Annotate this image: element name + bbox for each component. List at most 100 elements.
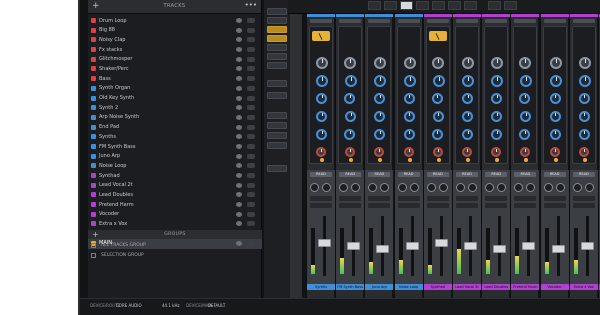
plugin-knob[interactable]: [431, 57, 444, 69]
power-light[interactable]: [466, 158, 470, 162]
visibility-icon[interactable]: [236, 95, 242, 101]
volume-fader[interactable]: [318, 239, 331, 247]
pan-knob[interactable]: [555, 183, 565, 192]
power-light[interactable]: [553, 158, 558, 162]
channel-button[interactable]: [572, 203, 595, 208]
transport-cell[interactable]: [488, 1, 501, 10]
pan-knob[interactable]: [310, 183, 319, 192]
transport-cell[interactable]: [416, 1, 429, 10]
track-row[interactable]: End Pad: [88, 123, 262, 133]
plugin-knob[interactable]: [520, 147, 531, 157]
visibility-icon[interactable]: [236, 85, 242, 91]
view-button[interactable]: [267, 92, 287, 99]
track-toggle[interactable]: [247, 211, 255, 217]
insert-slot-button[interactable]: [368, 19, 391, 23]
track-toggle[interactable]: [247, 76, 255, 82]
plugin-knob[interactable]: [431, 129, 443, 140]
power-light[interactable]: [349, 158, 354, 162]
channel-button[interactable]: [310, 203, 332, 208]
plugin-knob[interactable]: [316, 147, 326, 157]
transport-cell[interactable]: [432, 1, 445, 10]
insert-slot-button[interactable]: [514, 19, 537, 23]
plugin-knob[interactable]: [403, 57, 416, 69]
track-toggle[interactable]: [247, 37, 255, 43]
visibility-icon[interactable]: [236, 76, 242, 82]
volume-fader[interactable]: [551, 245, 565, 253]
plugin-knob[interactable]: [345, 75, 358, 87]
visibility-icon[interactable]: [236, 124, 242, 130]
power-light[interactable]: [407, 158, 412, 162]
tracks-more-button[interactable]: •••: [245, 1, 257, 9]
automation-read-button[interactable]: READ: [485, 172, 508, 177]
view-button[interactable]: [267, 132, 287, 139]
insert-slot-button[interactable]: [397, 19, 420, 23]
group-row-selection[interactable]: SELECTION GROUP: [88, 251, 262, 261]
transport-cell[interactable]: [384, 1, 397, 10]
plugin-knob[interactable]: [519, 129, 531, 140]
view-button[interactable]: [267, 142, 287, 149]
track-row[interactable]: Glitchmosper: [88, 55, 262, 65]
plugin-knob[interactable]: [462, 75, 474, 87]
pan-knob[interactable]: [526, 183, 536, 192]
power-light[interactable]: [524, 158, 529, 162]
visibility-icon[interactable]: [236, 163, 242, 169]
volume-fader[interactable]: [376, 245, 390, 253]
plugin-knob[interactable]: [578, 147, 589, 157]
visibility-icon[interactable]: [236, 66, 242, 72]
track-row[interactable]: Pretend Harm: [88, 200, 262, 210]
track-row[interactable]: Big 88: [88, 26, 262, 36]
plugin-knob[interactable]: [374, 129, 386, 140]
track-row[interactable]: Extra x Vox: [88, 219, 262, 229]
visibility-icon[interactable]: [236, 114, 242, 120]
device-value[interactable]: CORE AUDIO: [116, 303, 142, 308]
power-light[interactable]: [582, 158, 587, 162]
insert-slot-button[interactable]: [456, 19, 478, 23]
plugin-knob[interactable]: [462, 93, 473, 104]
power-light[interactable]: [436, 158, 441, 162]
plugin-knob[interactable]: [462, 57, 474, 69]
plugin-knob[interactable]: [432, 75, 445, 87]
plugin-knob[interactable]: [403, 147, 414, 157]
visibility-icon[interactable]: [236, 27, 242, 33]
group-checkbox[interactable]: [91, 253, 96, 258]
transport-cell[interactable]: [400, 1, 413, 10]
plugin-knob[interactable]: [578, 111, 590, 122]
channel-button[interactable]: [456, 203, 478, 208]
plugin-knob[interactable]: [344, 93, 356, 104]
channel-button[interactable]: [339, 203, 362, 208]
inserts-view-button[interactable]: [267, 26, 287, 33]
view-button[interactable]: [267, 44, 287, 51]
plugin-knob[interactable]: [374, 75, 387, 87]
plugin-knob[interactable]: [462, 129, 473, 140]
pan-knob[interactable]: [497, 183, 507, 192]
track-toggle[interactable]: [247, 18, 255, 23]
track-row[interactable]: Old Key Synth: [88, 94, 262, 104]
plugin-knob[interactable]: [316, 75, 328, 87]
pan-knob[interactable]: [514, 183, 524, 192]
automation-read-button[interactable]: READ: [310, 172, 332, 177]
track-toggle[interactable]: [247, 202, 255, 208]
visibility-icon[interactable]: [236, 47, 242, 53]
track-toggle[interactable]: [247, 192, 255, 198]
visibility-icon[interactable]: [236, 211, 242, 217]
insert-slot-button[interactable]: [310, 19, 332, 23]
plugin-knob[interactable]: [578, 93, 590, 104]
track-toggle[interactable]: [247, 56, 255, 62]
track-toggle[interactable]: [247, 173, 255, 178]
visibility-icon[interactable]: [236, 105, 242, 111]
track-toggle[interactable]: [247, 143, 255, 149]
track-row[interactable]: Lead Doubles: [88, 190, 262, 200]
plugin-knob[interactable]: [374, 111, 386, 122]
plugin-knob[interactable]: [519, 57, 532, 69]
channel-button[interactable]: [426, 196, 449, 201]
track-row[interactable]: Drum Loop: [88, 16, 262, 26]
track-toggle[interactable]: [247, 95, 255, 101]
plugin-knob[interactable]: [549, 129, 561, 140]
transport-cell[interactable]: [464, 1, 477, 10]
pan-knob[interactable]: [397, 183, 407, 192]
plugin-knob[interactable]: [431, 93, 443, 104]
visibility-icon[interactable]: [236, 134, 242, 140]
track-row[interactable]: Arp Noise Synth: [88, 113, 262, 123]
track-row[interactable]: Bass: [88, 74, 262, 84]
plugin-knob[interactable]: [519, 93, 531, 104]
